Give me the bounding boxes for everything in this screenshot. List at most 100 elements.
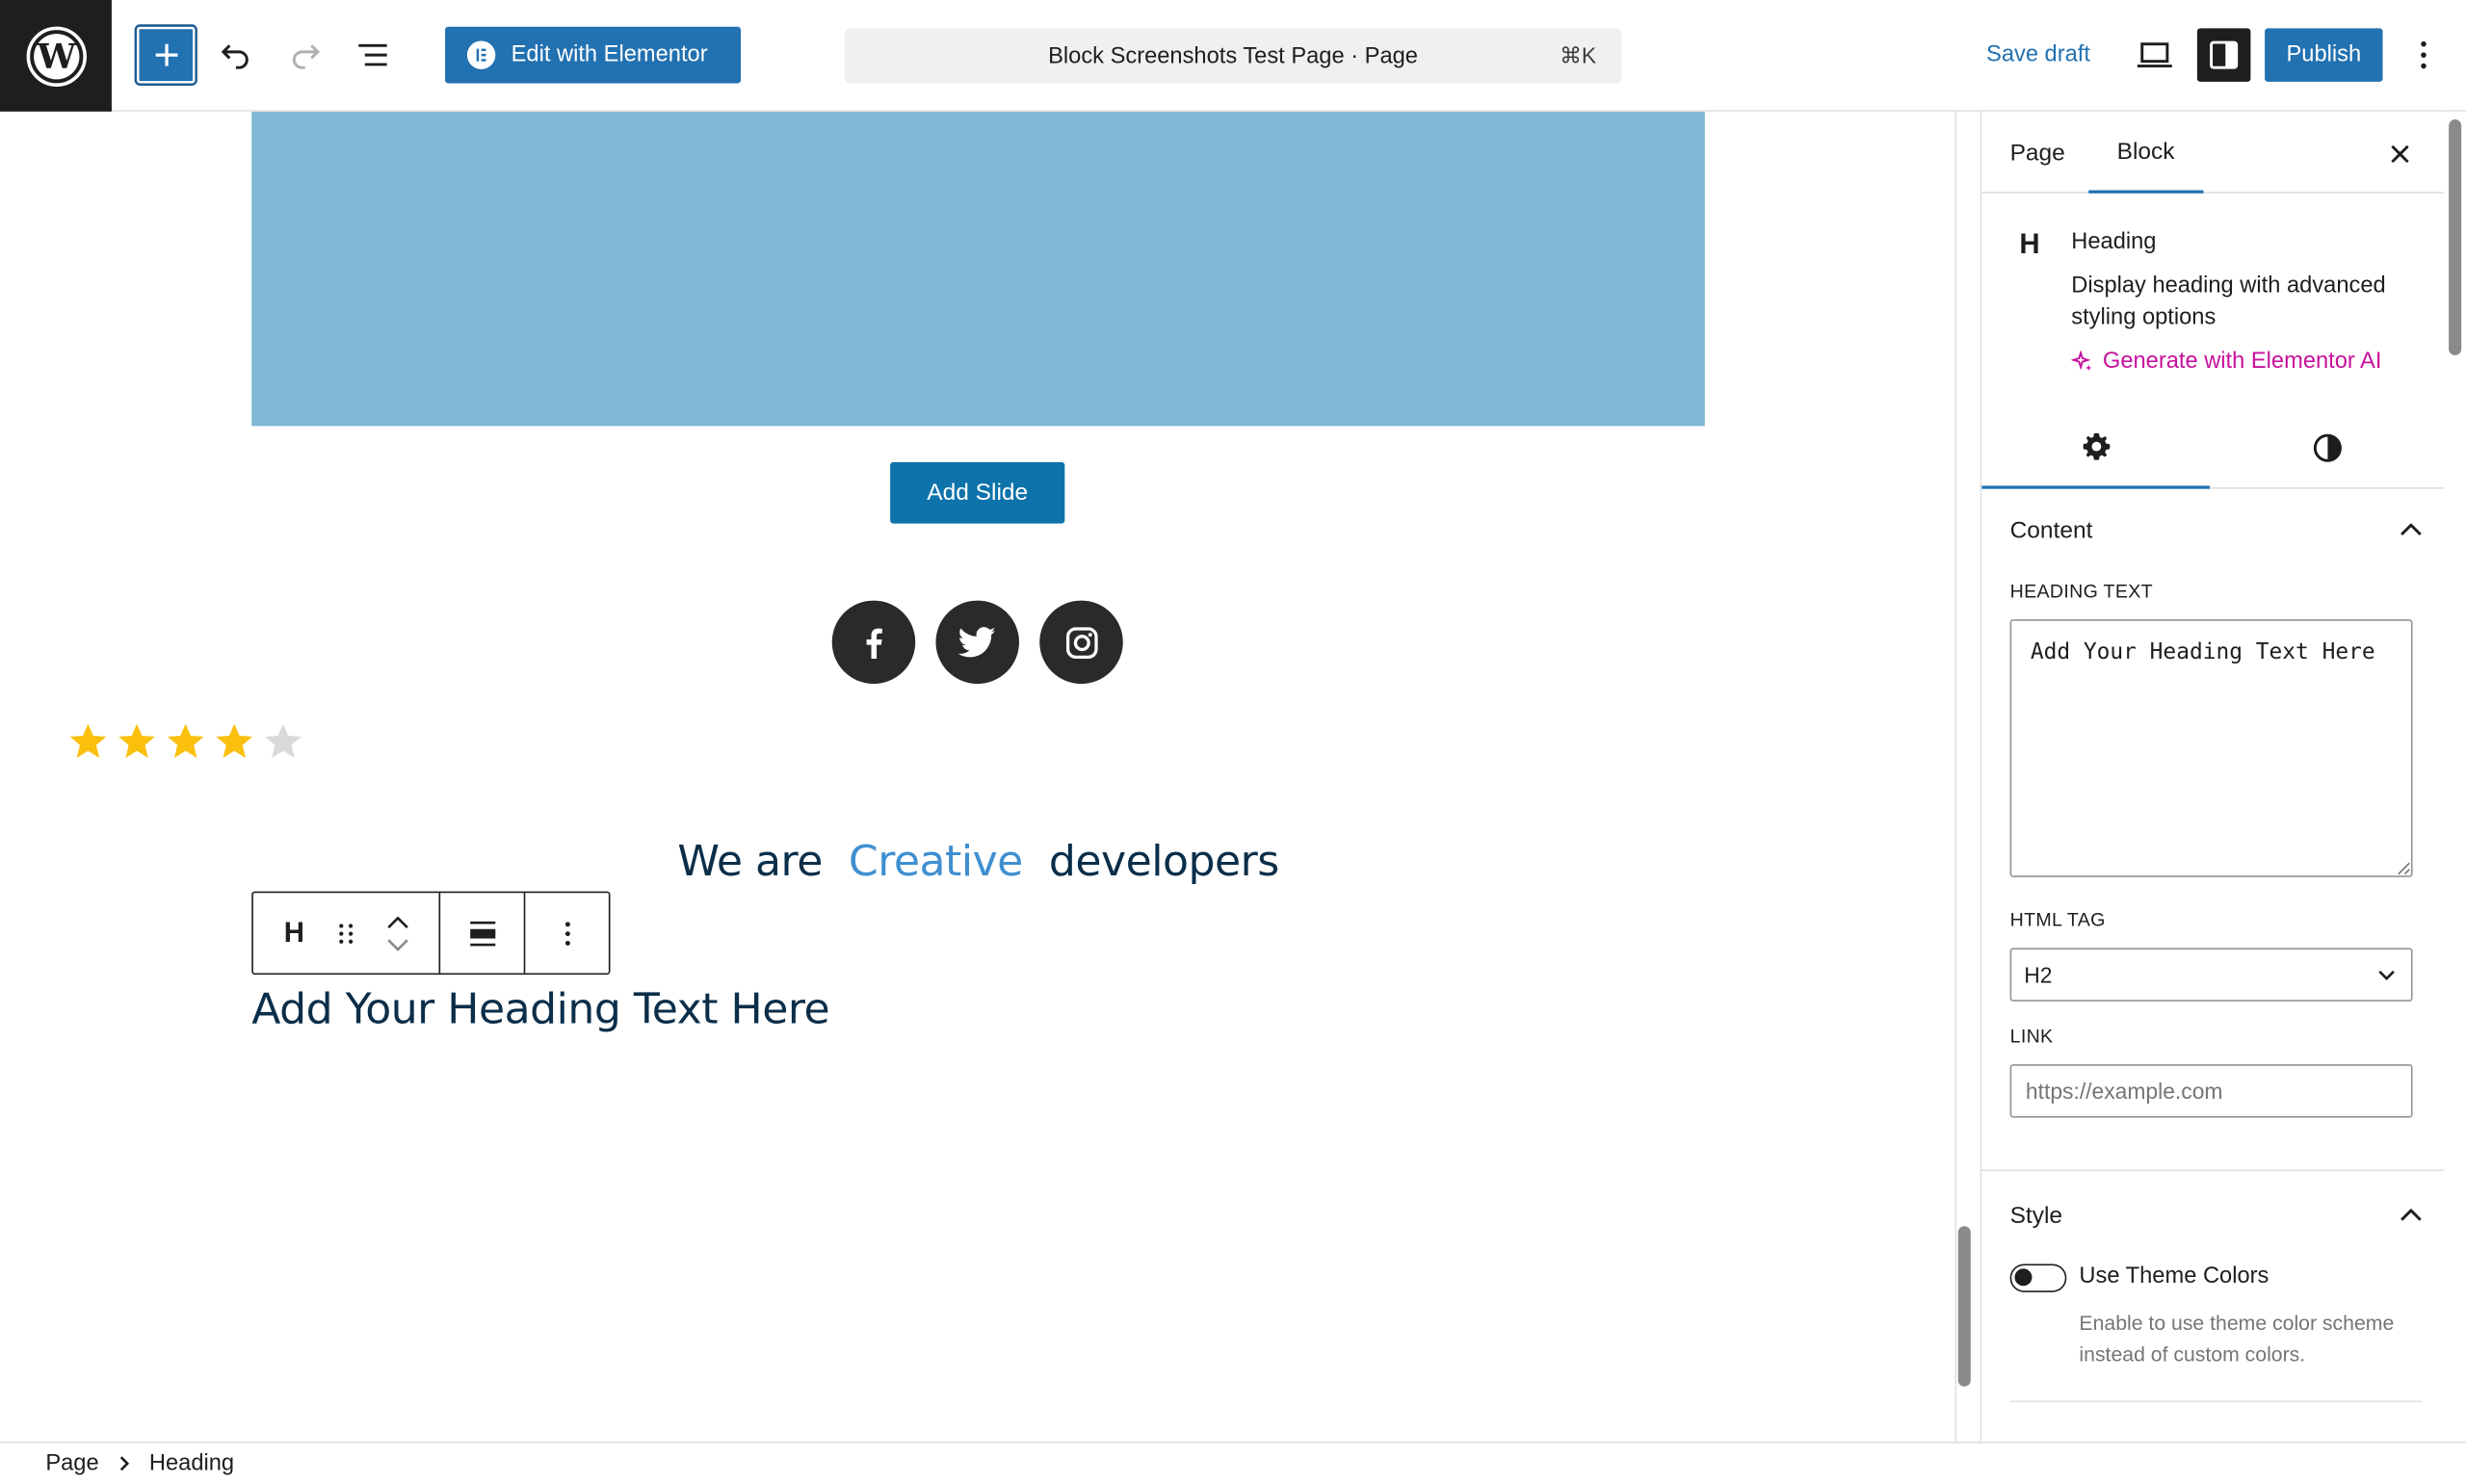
heading-block-icon: H: [2019, 227, 2040, 260]
options-menu-button[interactable]: [2406, 32, 2441, 79]
more-vertical-icon: [564, 921, 570, 946]
html-tag-select[interactable]: H2: [2009, 948, 2413, 1002]
link-input[interactable]: [2009, 1064, 2413, 1118]
use-theme-colors-help: Enable to use theme color scheme instead…: [2079, 1311, 2395, 1367]
chevron-down-icon: [2378, 970, 2395, 980]
command-shortcut: ⌘K: [1560, 42, 1597, 68]
block-inserter-button[interactable]: [137, 26, 196, 84]
gear-icon: [2082, 432, 2110, 460]
selected-heading-block[interactable]: Add Your Heading Text Here: [251, 986, 829, 1035]
block-toolbar-group-type: H: [253, 893, 441, 974]
breadcrumb-heading[interactable]: Heading: [149, 1451, 234, 1476]
star-empty-icon: [265, 723, 302, 758]
command-palette-bar[interactable]: Block Screenshots Test Page · Page ⌘K: [844, 28, 1622, 84]
drag-handle[interactable]: [335, 893, 357, 973]
block-toolbar-group-align: [440, 893, 526, 974]
star-filled-icon: [69, 723, 107, 758]
close-icon: [2391, 144, 2409, 164]
creative-heading-highlight: Creative: [848, 838, 1023, 887]
settings-sidebar-toggle[interactable]: [2196, 28, 2251, 82]
inspector-tabs: [1981, 407, 2445, 489]
drag-handle-icon: [339, 923, 354, 944]
align-none-icon: [469, 921, 495, 946]
move-up-icon[interactable]: [387, 915, 409, 928]
style-panel-title: Style: [2009, 1201, 2063, 1229]
generate-ai-link[interactable]: Generate with Elementor AI: [2071, 349, 2382, 375]
edit-with-elementor-button[interactable]: Edit with Elementor: [445, 26, 742, 84]
heading-text-field[interactable]: [2009, 619, 2413, 877]
canvas-scrollbar[interactable]: [1957, 1226, 1971, 1387]
use-theme-colors-label: Use Theme Colors: [2079, 1263, 2269, 1289]
block-options-button[interactable]: [525, 893, 609, 973]
use-theme-colors-toggle[interactable]: [2009, 1263, 2067, 1292]
block-toolbar: H: [251, 891, 611, 976]
document-title: Block Screenshots Test Page · Page: [1048, 42, 1418, 69]
resize-handle-icon[interactable]: [2396, 860, 2411, 875]
close-sidebar-button[interactable]: [2379, 134, 2420, 174]
breadcrumb-page[interactable]: Page: [45, 1451, 98, 1476]
slider-block[interactable]: [251, 111, 1705, 427]
generate-ai-label: Generate with Elementor AI: [2102, 349, 2382, 375]
tab-page[interactable]: Page: [2010, 112, 2065, 194]
style-panel-toggle[interactable]: Style: [2010, 1196, 2423, 1234]
chevron-right-icon: [119, 1456, 129, 1471]
star-filled-icon: [216, 723, 253, 758]
elementor-icon: [466, 40, 496, 69]
contrast-icon: [2313, 433, 2342, 462]
list-view-icon: [358, 43, 387, 66]
save-draft-button[interactable]: Save draft: [1972, 32, 2104, 79]
instagram-link[interactable]: [1039, 600, 1123, 685]
sidebar-tabs: Page Block: [1981, 112, 2445, 194]
chevron-up-icon: [2400, 523, 2422, 536]
editor-canvas[interactable]: Add Slide We are Creative developers H A…: [0, 111, 1957, 1442]
svg-text:W: W: [36, 36, 76, 76]
facebook-link[interactable]: [831, 600, 916, 685]
wordpress-logo-button[interactable]: W: [0, 0, 112, 112]
panel-divider: [2009, 1400, 2423, 1403]
preview-button[interactable]: [2133, 32, 2177, 79]
plus-icon: [154, 43, 177, 66]
wordpress-icon: W: [25, 25, 87, 87]
content-panel-toggle[interactable]: Content: [2010, 511, 2423, 549]
tab-settings[interactable]: [1981, 407, 2210, 489]
move-block-buttons: [357, 893, 439, 973]
block-type-switcher[interactable]: H: [253, 893, 335, 973]
more-vertical-icon: [2421, 40, 2427, 69]
heading-block-icon: H: [283, 916, 304, 949]
block-title: Heading: [2071, 229, 2157, 255]
undo-button[interactable]: [216, 32, 256, 79]
tab-block[interactable]: Block: [2088, 112, 2203, 194]
link-label: Link: [2009, 1025, 2054, 1048]
redo-icon: [292, 44, 320, 69]
move-down-icon[interactable]: [387, 938, 409, 950]
align-button[interactable]: [440, 893, 524, 973]
star-rating: [67, 721, 303, 762]
html-tag-label: HTML Tag: [2009, 908, 2106, 931]
html-tag-value: H2: [2024, 962, 2053, 988]
star-filled-icon: [118, 723, 155, 758]
twitter-icon: [957, 626, 995, 657]
redo-button[interactable]: [285, 32, 326, 79]
creative-heading[interactable]: We are Creative developers: [0, 838, 1956, 887]
twitter-link[interactable]: [935, 600, 1019, 685]
canvas-divider: [1954, 111, 1957, 1442]
sidebar-icon: [2210, 40, 2239, 69]
tab-styles[interactable]: [2213, 407, 2441, 489]
settings-sidebar: Page Block H Heading Display heading wit…: [1980, 111, 2445, 1442]
panel-divider: [1981, 1169, 2445, 1172]
content-panel-title: Content: [2009, 516, 2093, 543]
toggle-knob: [2014, 1268, 2033, 1287]
undo-icon: [221, 44, 249, 69]
facebook-icon: [865, 627, 881, 659]
sidebar-scrollbar[interactable]: [2449, 119, 2462, 355]
add-slide-button[interactable]: Add Slide: [890, 461, 1065, 524]
sparkle-icon: [2071, 351, 2092, 372]
chevron-up-icon: [2400, 1209, 2422, 1221]
block-description: Display heading with advanced styling op…: [2071, 273, 2386, 330]
heading-text-label: Heading Text: [2009, 580, 2153, 603]
publish-button[interactable]: Publish: [2265, 28, 2383, 82]
block-toolbar-group-options: [525, 893, 609, 973]
document-overview-button[interactable]: [353, 32, 397, 79]
creative-heading-after: developers: [1048, 838, 1279, 887]
block-breadcrumb: Page Heading: [0, 1441, 2466, 1484]
